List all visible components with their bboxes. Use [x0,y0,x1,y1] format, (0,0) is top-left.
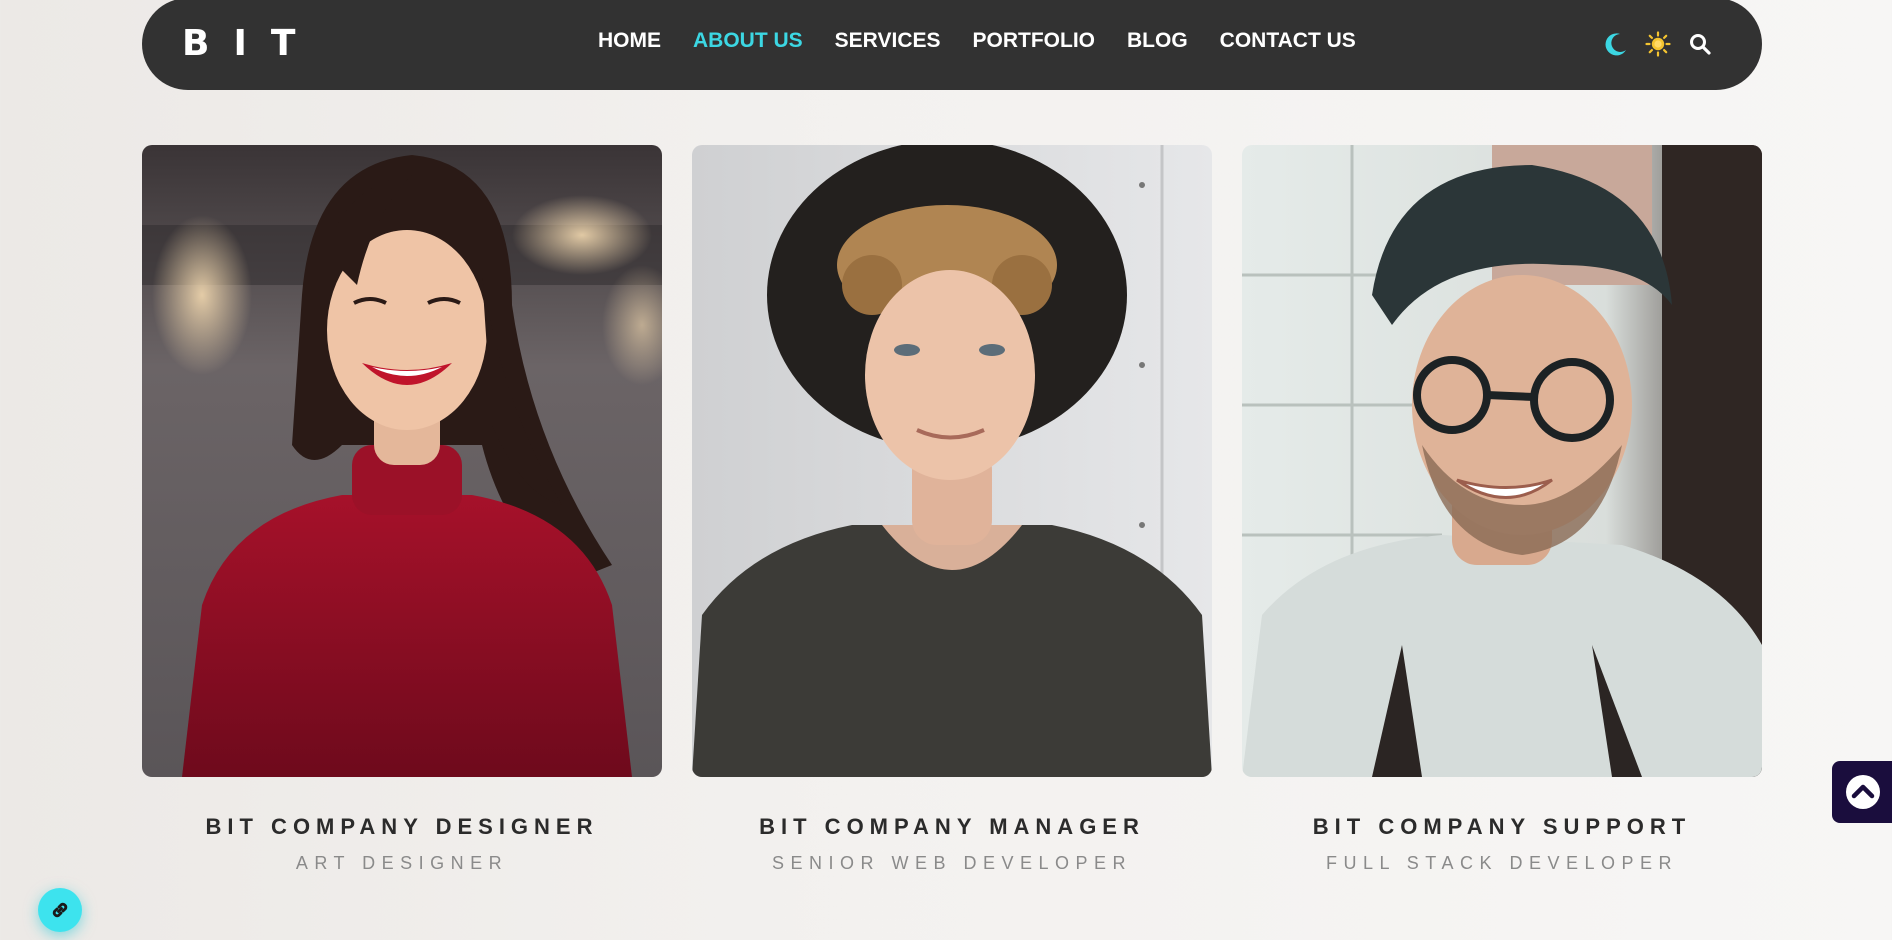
nav-home[interactable]: HOME [598,26,661,56]
link-icon [52,902,68,918]
search-button[interactable] [1686,30,1714,58]
team-section: BIT COMPANY DESIGNER ART DESIGNER BIT CO… [142,145,1762,885]
team-member-name: BIT COMPANY MANAGER [759,814,1145,839]
team-member-photo [1242,145,1762,777]
navbar: B I T HOME ABOUT US SERVICES PORTFOLIO B… [142,0,1762,90]
nav-tools [1602,24,1714,64]
dark-mode-toggle[interactable] [1602,30,1630,58]
team-member-role: ART DESIGNER [295,853,509,873]
team-card: BIT COMPANY DESIGNER ART DESIGNER [142,145,662,875]
logo-letter: B [182,23,212,64]
logo-letter: T [270,23,298,64]
team-member-photo [142,145,662,777]
sun-icon [1645,31,1671,57]
nav-blog[interactable]: BLOG [1127,26,1188,56]
team-member-photo [692,145,1212,777]
team-member-role: SENIOR WEB DEVELOPER [771,853,1133,873]
team-member-name: BIT COMPANY DESIGNER [205,814,599,839]
chevron-up-circle-icon [1846,775,1880,809]
nav-services[interactable]: SERVICES [835,26,941,56]
logo-letter: I [233,23,249,64]
main-nav: HOME ABOUT US SERVICES PORTFOLIO BLOG CO… [598,26,1356,56]
moon-icon [1605,33,1626,56]
link-button[interactable] [38,888,82,932]
light-mode-toggle[interactable] [1644,30,1672,58]
search-icon [1690,34,1711,55]
team-member-name: BIT COMPANY SUPPORT [1312,814,1692,839]
nav-portfolio[interactable]: PORTFOLIO [973,26,1096,56]
back-to-top-button[interactable] [1832,761,1892,823]
nav-contact-us[interactable]: CONTACT US [1220,26,1356,56]
team-card: BIT COMPANY MANAGER SENIOR WEB DEVELOPER [692,145,1212,875]
team-card: BIT COMPANY SUPPORT FULL STACK DEVELOPER [1242,145,1762,875]
nav-about-us[interactable]: ABOUT US [693,26,803,56]
site-logo[interactable]: B I T [182,24,297,64]
team-member-role: FULL STACK DEVELOPER [1325,853,1679,873]
